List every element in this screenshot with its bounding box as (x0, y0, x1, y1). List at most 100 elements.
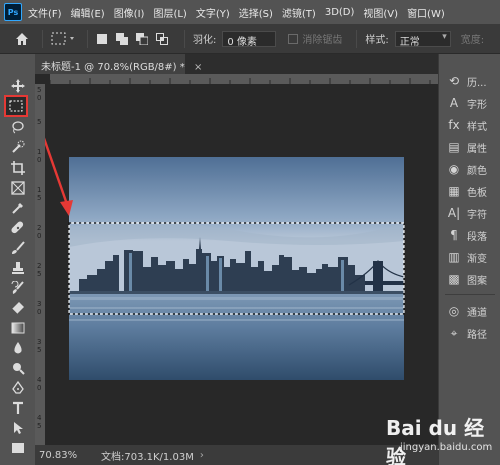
panel-patterns[interactable]: ▩ 图案 (447, 270, 487, 288)
ruler-number: 0 (37, 308, 42, 316)
home-icon (16, 32, 28, 45)
panel-label: 字形 (467, 99, 487, 111)
path-selection-tool[interactable] (8, 418, 28, 438)
panel-character[interactable]: A| 字符 (447, 204, 487, 222)
panel-history[interactable]: ⟲ 历... (447, 72, 487, 90)
history-brush-tool[interactable] (8, 278, 28, 298)
vertical-ruler[interactable]: 5 0 5 1 0 1 5 2 0 2 5 3 0 3 5 4 0 4 5 (35, 84, 45, 445)
pen-tool[interactable] (8, 378, 28, 398)
crop-icon (11, 161, 25, 175)
move-tool[interactable] (8, 76, 28, 96)
feather-input[interactable]: 0 像素 (222, 30, 277, 48)
ruler-number: 5 (37, 270, 42, 278)
panel-label: 颜色 (467, 165, 487, 177)
watermark-url: jingyan.baidu.com (400, 442, 493, 453)
ruler-number: 2 (37, 224, 42, 232)
panel-label: 通道 (467, 307, 487, 319)
divider (356, 29, 358, 48)
canvas-workspace[interactable] (45, 84, 438, 445)
eraser-tool[interactable] (8, 298, 28, 318)
quick-selection-tool[interactable] (8, 137, 28, 157)
swatches-icon: ▦ (448, 184, 460, 198)
eyedropper-tool[interactable] (8, 198, 28, 218)
menu-filter[interactable]: 滤镜(T) (282, 5, 316, 20)
panel-gradients[interactable]: ▥ 渐变 (447, 248, 487, 266)
panel-swatches[interactable]: ▦ 色板 (447, 182, 487, 200)
lasso-tool[interactable] (8, 117, 28, 137)
dodge-tool[interactable] (8, 358, 28, 378)
panel-color[interactable]: ◉ 颜色 (447, 160, 487, 178)
ruler-number: 1 (37, 148, 42, 156)
baidu-watermark: Bai du 经验 jingyan.baidu.com (386, 412, 498, 465)
add-to-selection-icon[interactable] (116, 32, 128, 45)
panel-label: 段落 (467, 231, 487, 243)
character-style-icon: A (449, 96, 459, 110)
ruler-number: 4 (37, 376, 42, 384)
rectangle-tool[interactable] (8, 438, 28, 458)
panel-paragraph[interactable]: ¶ 段落 (447, 226, 487, 244)
panel-paths[interactable]: ⌖ 路径 (447, 324, 487, 342)
document-info: 文档:703.1K/1.03M (101, 451, 194, 463)
panel-label: 图案 (467, 275, 487, 287)
eyedropper-icon (12, 203, 23, 214)
ruler-number: 0 (37, 94, 42, 102)
close-icon[interactable]: × (194, 62, 202, 73)
style-select[interactable]: 正常 (394, 30, 451, 48)
menu-file[interactable]: 文件(F) (28, 5, 62, 20)
gradient-tool[interactable] (8, 318, 28, 338)
zoom-level[interactable]: 70.83% (39, 450, 95, 461)
rect-marquee-preset-icon (51, 32, 74, 44)
subtract-from-selection-icon[interactable] (136, 32, 148, 45)
panel-properties[interactable]: ▤ 属性 (447, 138, 487, 156)
divider (42, 29, 43, 48)
ruler-number: 1 (37, 186, 42, 194)
menu-view[interactable]: 视图(V) (363, 5, 398, 20)
antialias-label: 消除锯齿 (302, 35, 343, 46)
panel-label: 历... (467, 77, 487, 89)
ruler-number: 5 (37, 86, 42, 94)
document-tab[interactable]: 未标题-1 @ 70.8%(RGB/8#) * × (35, 54, 202, 74)
quick-selection-icon (12, 140, 25, 153)
ruler-number: 5 (37, 422, 42, 430)
status-menu-arrow-icon[interactable]: › (200, 450, 204, 461)
crop-tool[interactable] (8, 158, 28, 178)
panel-glyphs[interactable]: A 字形 (447, 94, 487, 112)
frame-tool[interactable] (8, 178, 28, 198)
panel-dock: ⟲ 历... A 字形 fx 样式 ▤ 属性 ◉ 颜色 ▦ 色板 A| 字符 ¶… (438, 54, 500, 465)
pen-icon (12, 381, 24, 394)
brush-tool[interactable] (8, 238, 28, 258)
menu-image[interactable]: 图像(I) (114, 5, 145, 20)
arrow-cursor-icon (14, 422, 23, 434)
antialias-checkbox[interactable] (288, 33, 299, 44)
clone-stamp-tool[interactable] (8, 258, 28, 278)
watermark-title: Bai du 经验 (386, 416, 485, 465)
healing-brush-tool[interactable] (8, 218, 28, 238)
horizontal-ruler[interactable] (49, 74, 438, 84)
panel-label: 样式 (467, 121, 487, 133)
panel-channels[interactable]: ◎ 通道 (447, 302, 487, 320)
menu-3d[interactable]: 3D(D) (325, 7, 355, 18)
divider (184, 29, 185, 48)
home-button[interactable] (10, 27, 34, 51)
options-bar: 羽化: 0 像素 消除锯齿 样式: 正常 宽度: (0, 24, 500, 54)
tool-preset-picker[interactable] (51, 30, 79, 48)
intersect-selection-icon[interactable] (156, 32, 168, 45)
menu-select[interactable]: 选择(S) (239, 5, 273, 20)
menu-layer[interactable]: 图层(L) (153, 5, 186, 20)
width-label: 宽度: (460, 35, 485, 46)
tools-panel (0, 54, 35, 465)
history-icon: ⟲ (448, 74, 460, 88)
properties-icon: ▤ (448, 140, 460, 154)
panel-styles[interactable]: fx 样式 (447, 116, 487, 134)
rectangular-marquee-tool[interactable] (4, 95, 28, 117)
new-selection-icon[interactable] (96, 33, 108, 45)
blur-tool[interactable] (8, 338, 28, 358)
type-tool[interactable] (8, 398, 28, 418)
menu-window[interactable]: 窗口(W) (407, 5, 445, 20)
menu-type[interactable]: 文字(Y) (196, 5, 230, 20)
document-tab-title: 未标题-1 @ 70.8%(RGB/8#) * (41, 62, 185, 73)
brush-icon (12, 241, 25, 254)
ruler-ticks (49, 78, 431, 84)
menu-edit[interactable]: 编辑(E) (71, 5, 105, 20)
divider (87, 29, 88, 48)
